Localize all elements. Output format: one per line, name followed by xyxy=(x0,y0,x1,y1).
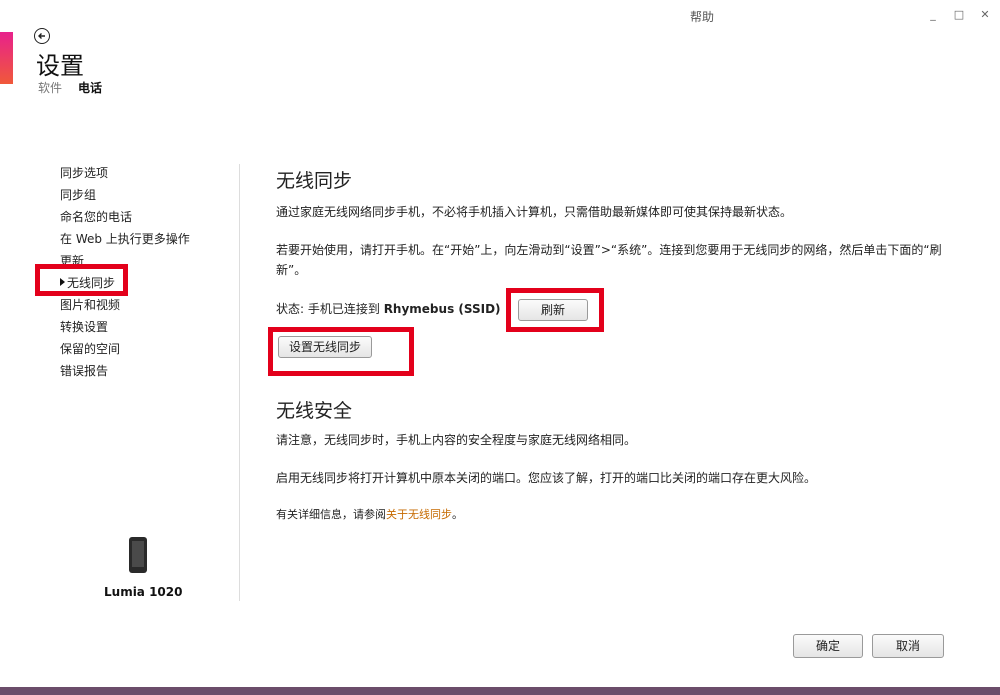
cancel-button[interactable]: 取消 xyxy=(872,634,944,658)
sidebar-item-conversion[interactable]: 转换设置 xyxy=(60,318,190,340)
maximize-icon[interactable]: □ xyxy=(952,8,966,22)
device-name: Lumia 1020 xyxy=(104,585,183,599)
wireless-sync-title: 无线同步 xyxy=(276,170,353,192)
highlight-sidebar-selected xyxy=(35,264,128,296)
sidebar-divider xyxy=(239,164,240,601)
more-info-suffix: 。 xyxy=(452,508,463,521)
status-label: 状态: 手机已连接到 xyxy=(276,302,380,316)
wireless-security-title: 无线安全 xyxy=(276,400,353,422)
minimize-icon[interactable]: _ xyxy=(926,8,940,22)
status-value: Rhymebus (SSID) xyxy=(383,302,501,316)
phone-icon xyxy=(129,537,147,573)
page-title: 设置 xyxy=(36,52,84,80)
subnav: 软件 电话 xyxy=(38,79,102,96)
more-info-prefix: 有关详细信息，请参阅 xyxy=(276,508,386,521)
sidebar-item-error-reports[interactable]: 错误报告 xyxy=(60,362,190,384)
back-button[interactable] xyxy=(34,28,50,44)
sidebar-item-reserved-space[interactable]: 保留的空间 xyxy=(60,340,190,362)
security-warning: 启用无线同步将打开计算机中原本关闭的端口。您应该了解，打开的端口比关闭的端口存在… xyxy=(276,471,817,485)
accent-strip xyxy=(0,32,13,84)
back-arrow-icon xyxy=(38,33,45,39)
about-wireless-sync-link[interactable]: 关于无线同步 xyxy=(386,508,452,521)
more-info: 有关详细信息，请参阅关于无线同步。 xyxy=(276,505,463,525)
subnav-phone[interactable]: 电话 xyxy=(78,79,102,96)
subnav-software[interactable]: 软件 xyxy=(38,79,62,96)
security-note: 请注意，无线同步时，手机上内容的安全程度与家庭无线网络相同。 xyxy=(276,433,637,447)
close-icon[interactable]: ✕ xyxy=(978,8,992,22)
sidebar-item-web[interactable]: 在 Web 上执行更多操作 xyxy=(60,230,190,252)
wireless-sync-desc: 通过家庭无线网络同步手机，不必将手机插入计算机，只需借助最新媒体即可使其保持最新… xyxy=(276,205,793,219)
status-line: 状态: 手机已连接到 Rhymebus (SSID) xyxy=(276,299,501,319)
ok-button[interactable]: 确定 xyxy=(793,634,863,658)
window-controls: _ □ ✕ xyxy=(926,8,992,22)
sidebar-item-name-phone[interactable]: 命名您的电话 xyxy=(60,208,190,230)
sidebar-item-sync-groups[interactable]: 同步组 xyxy=(60,186,190,208)
sidebar-item-sync-options[interactable]: 同步选项 xyxy=(60,164,190,186)
sidebar-item-pictures-videos[interactable]: 图片和视频 xyxy=(60,296,190,318)
highlight-setup xyxy=(268,327,414,376)
bottom-strip xyxy=(0,687,1000,695)
highlight-refresh xyxy=(506,288,604,332)
wireless-sync-instructions: 若要开始使用，请打开手机。在“开始”上，向左滑动到“设置”>“系统”。连接到您要… xyxy=(276,243,942,277)
help-link[interactable]: 帮助 xyxy=(690,8,714,25)
